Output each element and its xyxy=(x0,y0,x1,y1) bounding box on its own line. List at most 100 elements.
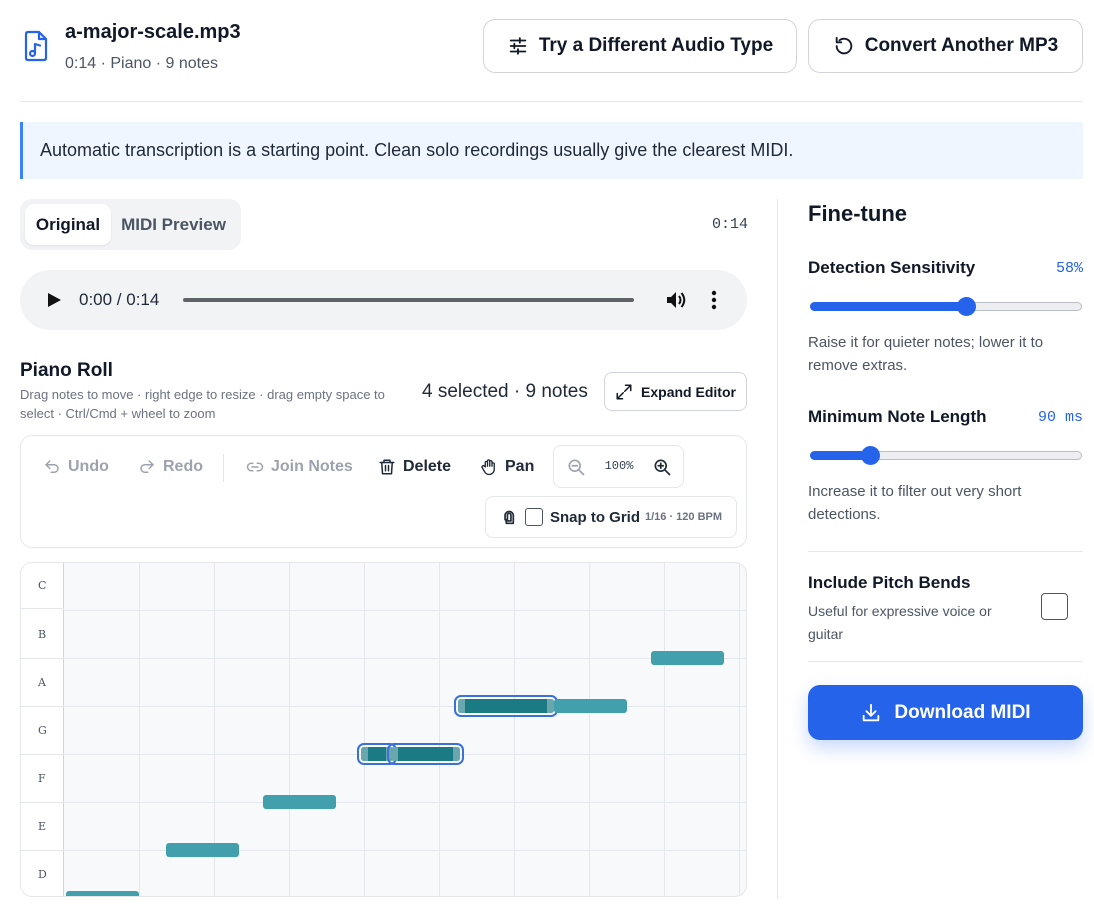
sensitivity-help: Raise it for quieter notes; lower it to … xyxy=(808,334,1044,374)
grid-row-line xyxy=(64,610,746,611)
file-header: a-major-scale.mp3 0:14 · Piano · 9 notes… xyxy=(20,18,1083,102)
tab-midi-preview[interactable]: MIDI Preview xyxy=(116,204,231,245)
min-length-value: 90 ms xyxy=(1037,409,1083,426)
tab-original[interactable]: Original xyxy=(25,204,111,245)
audio-duration: 0:14 xyxy=(711,216,748,233)
pan-button[interactable]: Pan xyxy=(480,454,534,480)
piano-roll-help: Drag notes to move · right edge to resiz… xyxy=(20,387,385,421)
midi-note-d[interactable] xyxy=(66,891,139,896)
audio-seek-bar[interactable] xyxy=(183,298,634,302)
link-icon xyxy=(246,462,264,472)
piano-roll-grid[interactable]: CBAGFED xyxy=(20,562,747,897)
expand-editor-button[interactable]: Expand Editor xyxy=(604,372,747,411)
audio-tabs: Original MIDI Preview xyxy=(20,199,241,250)
pan-label: Pan xyxy=(505,458,535,475)
grid-beat-line xyxy=(739,563,740,896)
fine-tune-title: Fine-tune xyxy=(808,201,907,226)
grid-beat-line xyxy=(514,563,515,896)
convert-another-button[interactable]: Convert Another MP3 xyxy=(808,19,1083,73)
grid-row-line xyxy=(64,802,746,803)
try-different-audio-label: Try a Different Audio Type xyxy=(538,35,774,56)
piano-key-b: B xyxy=(21,611,64,659)
download-midi-label: Download MIDI xyxy=(894,701,1031,723)
sensitivity-slider[interactable] xyxy=(808,297,1084,316)
delete-label: Delete xyxy=(403,458,452,475)
magnet-icon xyxy=(504,510,515,525)
join-notes-label: Join Notes xyxy=(271,458,353,475)
min-length-slider-thumb[interactable] xyxy=(860,446,880,465)
grid-beat-line xyxy=(139,563,140,896)
redo-label: Redo xyxy=(163,458,203,475)
redo-button[interactable]: Redo xyxy=(138,454,203,480)
zoom-out-icon[interactable] xyxy=(566,457,586,477)
snap-grid-meta: 1/16 · 120 BPM xyxy=(645,511,723,523)
audio-time: 0:00 / 0:14 xyxy=(79,290,160,309)
sensitivity-label: Detection Sensitivity xyxy=(808,258,976,277)
selection-count: 4 selected · 9 notes xyxy=(422,381,588,402)
grid-row-line xyxy=(64,658,746,659)
sensitivity-slider-fill xyxy=(810,302,969,311)
zoom-control: 100% xyxy=(553,445,684,488)
midi-note-b[interactable] xyxy=(651,651,724,665)
convert-another-label: Convert Another MP3 xyxy=(864,35,1059,56)
undo-label: Undo xyxy=(68,458,109,475)
piano-key-f: F xyxy=(21,755,64,803)
note-resize-handle-left[interactable] xyxy=(360,747,368,761)
min-length-help: Increase it to filter out very short det… xyxy=(808,483,1022,523)
grid-beat-line xyxy=(664,563,665,896)
midi-note-f[interactable] xyxy=(263,795,337,809)
toolbar-divider xyxy=(223,454,224,482)
undo-icon xyxy=(45,460,59,473)
piano-key-g: G xyxy=(21,707,64,755)
expand-editor-label: Expand Editor xyxy=(641,383,736,400)
snap-to-grid-checkbox[interactable] xyxy=(525,508,543,526)
join-notes-button[interactable]: Join Notes xyxy=(246,454,353,480)
info-banner: Automatic transcription is a starting po… xyxy=(20,122,1083,179)
midi-note-e[interactable] xyxy=(165,843,239,857)
snap-to-grid-control[interactable]: Snap to Grid 1/16 · 120 BPM xyxy=(485,496,737,538)
piano-keys: CBAGFED xyxy=(21,563,64,896)
editor-toolbar: Undo Redo Join Notes Delete Pan 100% Sna… xyxy=(20,435,747,548)
try-different-audio-button[interactable]: Try a Different Audio Type xyxy=(483,19,797,73)
piano-key-e: E xyxy=(21,803,64,851)
rotate-ccw-icon xyxy=(835,36,852,55)
note-resize-handle-right[interactable] xyxy=(546,699,554,713)
audio-player: 0:00 / 0:14 xyxy=(20,270,747,330)
snap-to-grid-label: Snap to Grid xyxy=(550,509,640,526)
download-icon xyxy=(863,703,880,721)
play-icon[interactable] xyxy=(46,292,62,308)
midi-note-g[interactable] xyxy=(356,743,397,765)
midi-note-g[interactable] xyxy=(386,743,465,765)
min-length-slider[interactable] xyxy=(808,446,1084,465)
more-options-icon[interactable] xyxy=(704,288,724,312)
sliders-icon xyxy=(509,37,527,55)
music-file-icon xyxy=(24,30,48,62)
note-resize-handle-left[interactable] xyxy=(390,747,398,761)
expand-icon xyxy=(616,384,632,399)
note-resize-handle-left[interactable] xyxy=(458,699,466,713)
note-resize-handle-right[interactable] xyxy=(453,747,460,761)
grid-beat-line xyxy=(589,563,590,896)
trash-icon xyxy=(379,459,395,475)
zoom-in-icon[interactable] xyxy=(652,457,672,477)
delete-button[interactable]: Delete xyxy=(378,454,451,480)
piano-key-c: C xyxy=(21,563,64,609)
pitch-bends-help: Useful for expressive voice or guitar xyxy=(808,603,992,642)
undo-button[interactable]: Undo xyxy=(43,454,109,480)
download-midi-button[interactable]: Download MIDI xyxy=(808,685,1083,740)
section-divider xyxy=(808,551,1083,552)
file-name: a-major-scale.mp3 xyxy=(65,21,241,43)
pitch-bends-checkbox[interactable] xyxy=(1041,593,1068,620)
sensitivity-slider-thumb[interactable] xyxy=(956,297,976,316)
grid-beat-line xyxy=(289,563,290,896)
grid-beat-line xyxy=(439,563,440,896)
volume-icon[interactable] xyxy=(664,288,688,312)
pitch-bends-label: Include Pitch Bends xyxy=(808,573,971,592)
midi-note-a[interactable] xyxy=(553,699,627,713)
min-length-label: Minimum Note Length xyxy=(808,407,987,426)
grid-beat-line xyxy=(364,563,365,896)
info-banner-text: Automatic transcription is a starting po… xyxy=(40,140,794,160)
midi-note-a[interactable] xyxy=(454,695,558,717)
sensitivity-value: 58% xyxy=(1055,260,1083,277)
hand-icon xyxy=(481,459,495,476)
